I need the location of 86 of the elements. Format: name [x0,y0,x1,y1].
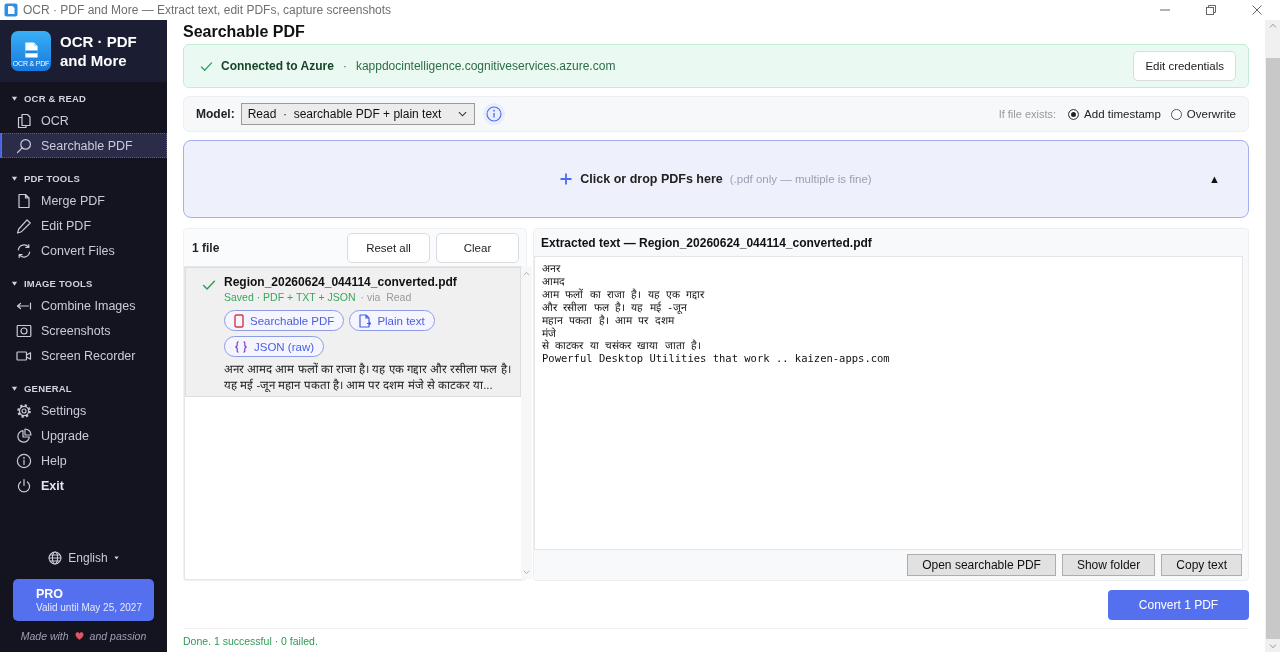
chevron-down-icon [457,111,467,117]
plan-validity: Valid until May 25, 2027 [36,602,142,613]
model-select[interactable]: Read · searchable PDF + plain text [240,103,475,125]
output-link[interactable]: Plain text [349,310,435,331]
chevron-up-icon[interactable] [1268,23,1277,28]
convert-button[interactable]: Convert 1 PDF [1108,589,1249,620]
section-header[interactable]: IMAGE TOOLS [0,273,167,293]
caret-icon [113,556,119,560]
info-icon [16,452,32,469]
chevron-down-icon[interactable] [1268,644,1277,649]
drop-zone[interactable]: Click or drop PDFs here (.pdf only — multiple is fine) ▲ [183,140,1249,218]
action-button[interactable]: Open searchable PDF [907,554,1056,576]
radio-option[interactable]: Overwrite [1170,108,1236,120]
file-count: 1 file [192,240,221,255]
nav-item[interactable]: Screen Recorder [0,343,167,368]
document-icon [16,192,32,209]
endpoint-address: kappdocintelligence.cognitiveservices.azure.com [355,59,617,73]
app-name: OCR · PDF and More [60,32,138,70]
globe-icon [48,551,63,565]
panel-button[interactable]: Reset all [347,232,430,263]
if-exists-label: If file exists: [998,108,1057,120]
model-label: Model: [196,107,235,121]
nav-item[interactable]: Edit PDF [0,213,167,238]
chevron-up-icon[interactable] [523,271,530,276]
app-icon [4,3,18,17]
section-header[interactable]: GENERAL [0,378,167,398]
plus-icon [560,173,573,185]
nav-item[interactable]: Help [0,448,167,473]
drop-label: Click or drop PDFs here [580,172,723,186]
radio-icon[interactable] [1170,108,1182,120]
close-icon [1252,5,1262,15]
output-link[interactable]: JSON (raw) [224,336,325,357]
document-icon [359,313,372,328]
heart-icon [74,632,84,640]
chevron-down-icon[interactable] [523,570,530,575]
power-icon [16,477,32,494]
pie-chart-icon [16,427,32,444]
window-title: OCR · PDF and More — Extract text, edit PDFs, capture screenshots [23,3,393,17]
drop-hint: (.pdf only — multiple is fine) [729,173,872,185]
pdf-icon [234,313,244,328]
nav-item[interactable]: Upgrade [0,423,167,448]
braces-icon [234,340,248,353]
edit-credentials-button[interactable]: Edit credentials [1133,51,1236,81]
nav-item[interactable]: Combine Images [0,293,167,318]
action-button[interactable]: Show folder [1061,554,1156,576]
sync-icon [16,242,32,259]
pencil-icon [16,217,32,234]
info-button[interactable] [482,103,505,125]
connection-status: Connected to Azure [221,59,334,73]
check-icon [200,59,213,73]
nav-item[interactable]: OCR [0,108,167,133]
nav-item[interactable]: Exit [0,473,167,498]
footer-text: and passion [89,630,147,642]
extracted-text-field[interactable]: अनर आमद आम फलों का राजा है। यह एक गद्दार और रसीला फल है। यह मई -जून महान पकता है। आम पर दशम मंजे से काटकर या चसंकर खाया जाता है। Powerful Desktop Utilities that work .. kaizen-apps.com [534,256,1243,550]
nav-item[interactable]: Convert Files [0,238,167,263]
info-icon [485,106,502,122]
text-preview: अनर आमद आम फलों का राजा है। यह एक गद्दार और रसीला फल है। यह मई -जून महान पकता है। आम पर दशम मंजे से काटकर या... [224,361,512,393]
footer-text: Made with [20,630,69,642]
action-button[interactable]: Copy text [1161,554,1242,576]
section-header[interactable]: OCR & READ [0,88,167,108]
collapse-button[interactable]: ▲ [1209,173,1220,185]
source-label: · via Read [360,290,412,305]
nav-item[interactable]: Screenshots [0,318,167,343]
copy-icon [16,112,32,129]
output-link[interactable]: Searchable PDF [224,310,345,331]
panel-title: Extracted text — Region_20260624_044114_converted.pdf [540,234,873,252]
settings-icon [16,402,32,419]
pro-card[interactable]: PRO Valid until May 25, 2027 [13,579,154,621]
radio-option[interactable]: Add timestamp [1068,108,1161,120]
nav-item[interactable]: Settings [0,398,167,423]
radio-icon[interactable] [1068,108,1080,120]
status-message: Done. 1 successful · 0 failed. [183,634,318,647]
separator-dot: · [342,59,347,73]
restore-icon [1206,5,1216,15]
file-item[interactable] [185,267,521,397]
language-selector[interactable]: English [13,548,154,568]
save-status: Saved · PDF + TXT + JSON [224,290,356,305]
camera-icon [16,322,32,339]
search-icon [16,137,32,154]
file-name: Region_20260624_044114_converted.pdf [224,274,458,290]
nav-item[interactable]: Merge PDF [0,188,167,213]
panel-button[interactable]: Clear [436,232,519,263]
nav-item[interactable]: Searchable PDF [0,133,167,158]
page-title: Searchable PDF [183,22,305,42]
plan-title: PRO [36,587,65,601]
section-header[interactable]: PDF TOOLS [0,168,167,188]
